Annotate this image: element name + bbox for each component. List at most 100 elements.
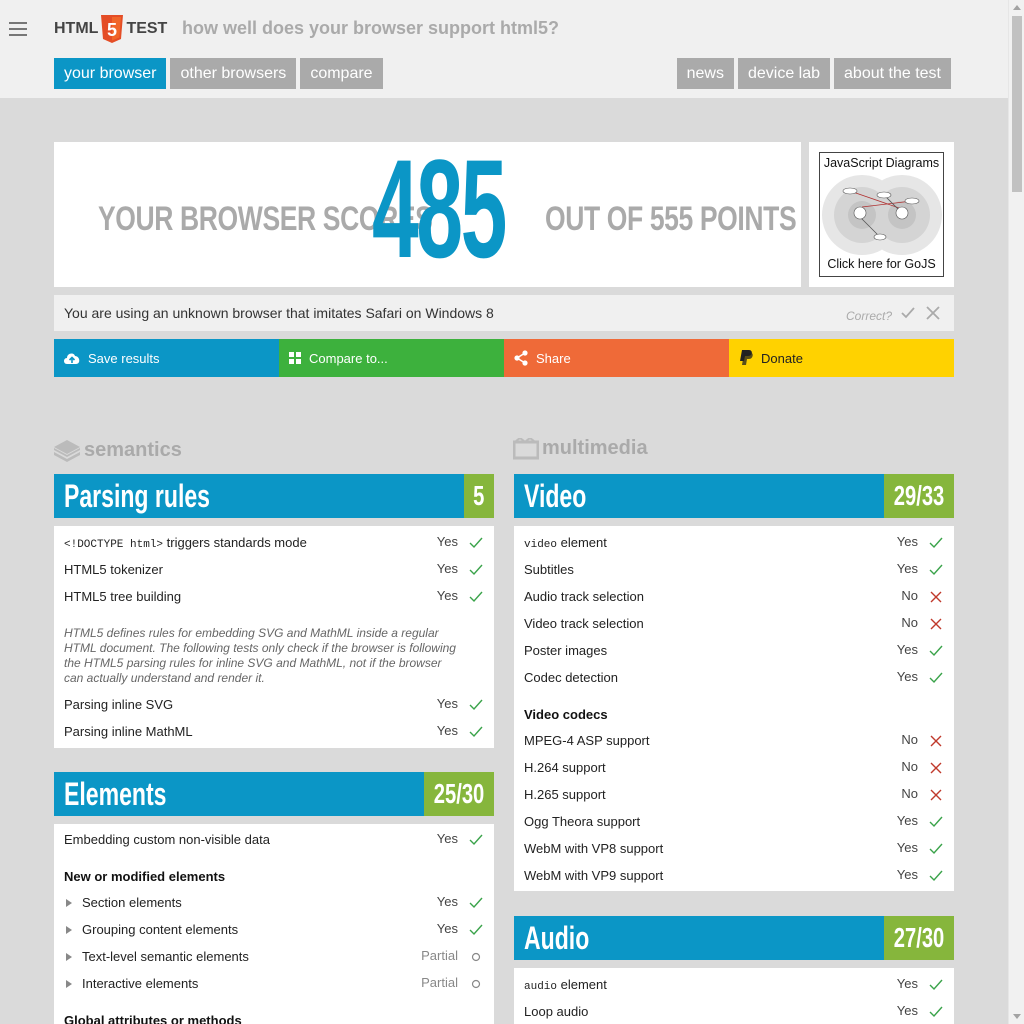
cross-icon (930, 735, 942, 747)
expand-arrow-icon[interactable] (66, 926, 72, 934)
scroll-down-icon[interactable] (1013, 1014, 1021, 1019)
parsing-rules-header: Parsing rules 5 (54, 474, 494, 518)
expand-arrow-icon[interactable] (66, 980, 72, 988)
save-results-label: Save results (88, 350, 160, 366)
top-bar: HTML 5 TEST how well does your browser s… (0, 0, 1008, 98)
share-icon (514, 350, 528, 366)
expandable-result-row[interactable]: Interactive elements Partial (64, 975, 484, 993)
tab-other-browsers[interactable]: other browsers (170, 58, 297, 89)
scroll-up-icon[interactable] (1013, 5, 1021, 10)
save-results-button[interactable]: Save results (54, 339, 279, 377)
result-value: Yes (896, 867, 918, 882)
audio-score-value: 27/30 (893, 922, 945, 953)
elements-subhead-2: Global attributes or methods (64, 1013, 242, 1024)
result-value: Yes (896, 1003, 918, 1018)
expandable-result-row[interactable]: Section elements Yes (64, 894, 484, 912)
result-value: No (901, 615, 918, 630)
result-label: Ogg Theora support (524, 814, 641, 829)
tab-about-the-test[interactable]: about the test (834, 58, 951, 89)
video-panel: video element Yes Subtitles Yes Audio tr… (514, 526, 954, 891)
result-row: WebM with VP8 support Yes (524, 840, 944, 858)
result-row: Codec detection Yes (524, 669, 944, 687)
result-label: Interactive elements (82, 976, 199, 991)
result-label: H.264 support (524, 760, 606, 775)
parsing-rules-score-value: 5 (473, 480, 485, 511)
video-score-value: 29/33 (893, 480, 945, 511)
check-icon (929, 537, 943, 549)
tab-device-lab[interactable]: device lab (737, 58, 831, 89)
result-label: HTML5 tokenizer (64, 562, 163, 577)
result-row: Embedding custom non-visible data Yes (64, 831, 484, 849)
compare-to-button[interactable]: Compare to... (279, 339, 504, 377)
check-icon (469, 897, 483, 909)
result-value: No (901, 588, 918, 603)
scroll-thumb[interactable] (1012, 16, 1022, 192)
gojs-ad-banner[interactable]: JavaScript Diagrams Click here for GoJS (819, 152, 944, 277)
grid-icon (289, 352, 301, 364)
check-icon (929, 672, 943, 684)
check-icon (929, 843, 943, 855)
elements-score-value: 25/30 (433, 778, 485, 809)
result-value: Yes (896, 561, 918, 576)
logo-shield-number: 5 (107, 20, 117, 40)
tab-compare[interactable]: compare (300, 58, 383, 89)
tab-your-browser[interactable]: your browser (54, 58, 167, 89)
result-label: video element (524, 534, 607, 554)
correct-label: Correct? (845, 309, 892, 323)
result-value: No (901, 759, 918, 774)
confirm-check-icon[interactable] (900, 305, 916, 321)
expandable-result-row[interactable]: Grouping content elements Yes (64, 921, 484, 939)
donate-button[interactable]: Donate (729, 339, 954, 377)
result-label: Poster images (524, 643, 608, 658)
result-value: Yes (436, 588, 458, 603)
parsing-note: HTML5 defines rules for embedding SVG an… (64, 626, 456, 685)
result-label: WebM with VP9 support (524, 868, 664, 883)
result-row: H.264 support No (524, 759, 944, 777)
secondary-nav: news device lab about the test (676, 58, 951, 89)
check-icon (469, 726, 483, 738)
audio-panel: audio element Yes Loop audio Yes (514, 968, 954, 1024)
check-icon (929, 564, 943, 576)
expand-arrow-icon[interactable] (66, 899, 72, 907)
result-label: WebM with VP8 support (524, 841, 664, 856)
cross-icon (930, 618, 942, 630)
site-logo[interactable]: HTML 5 TEST (54, 15, 167, 43)
result-value: Yes (436, 723, 458, 738)
share-button[interactable]: Share (504, 339, 729, 377)
result-label: Audio track selection (524, 589, 644, 604)
page-scrollbar[interactable] (1008, 0, 1024, 1024)
elements-title: Elements (64, 776, 167, 812)
result-row: HTML5 tree building Yes (64, 588, 484, 606)
result-value: Yes (436, 696, 458, 711)
result-value: Yes (436, 561, 458, 576)
result-value: Yes (436, 831, 458, 846)
result-value: Yes (436, 534, 458, 549)
compare-to-label: Compare to... (309, 350, 388, 366)
result-value: Yes (896, 534, 918, 549)
check-icon (469, 834, 483, 846)
user-agent-bar: You are using an unknown browser that im… (54, 295, 954, 331)
result-label: Section elements (82, 895, 182, 910)
expand-arrow-icon[interactable] (66, 953, 72, 961)
result-row: Parsing inline SVG Yes (64, 696, 484, 714)
check-icon (469, 564, 483, 576)
result-value: No (901, 732, 918, 747)
expandable-result-row[interactable]: Text-level semantic elements Partial (64, 948, 484, 966)
result-value: Partial (421, 975, 458, 990)
result-label-text: triggers standards mode (163, 535, 307, 550)
elements-panel: Embedding custom non-visible data Yes Ne… (54, 824, 494, 1024)
multimedia-category: multimedia (513, 437, 648, 460)
result-value: Yes (896, 813, 918, 828)
reject-cross-icon[interactable] (925, 305, 941, 321)
tab-news[interactable]: news (676, 58, 734, 89)
result-value: No (901, 786, 918, 801)
result-row: HTML5 tokenizer Yes (64, 561, 484, 579)
hamburger-icon[interactable] (9, 22, 27, 36)
result-row: video element Yes (524, 534, 944, 552)
cloud-upload-icon (64, 353, 80, 364)
cross-icon (930, 762, 942, 774)
elements-subhead: New or modified elements (64, 869, 226, 884)
cross-icon (930, 789, 942, 801)
semantics-layers-icon (54, 440, 80, 462)
result-row: Ogg Theora support Yes (524, 813, 944, 831)
